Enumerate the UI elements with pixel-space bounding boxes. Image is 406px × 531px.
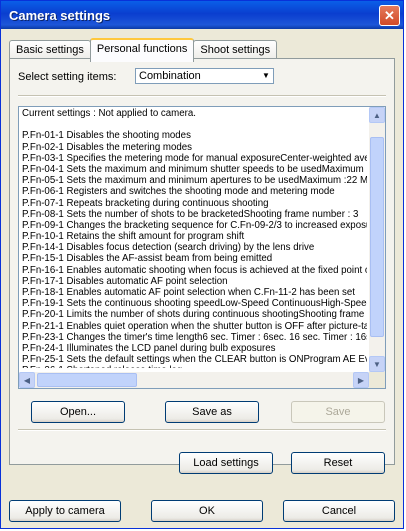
list-item xyxy=(22,119,367,130)
chevron-down-icon[interactable]: ▼ xyxy=(260,70,272,82)
settings-list[interactable]: Current settings : Not applied to camera… xyxy=(18,106,386,389)
list-item: P.Fn-06-1 Registers and switches the sho… xyxy=(22,186,335,198)
list-item: P.Fn-20-1 Limits the number of shots dur… xyxy=(22,309,367,321)
load-settings-button[interactable]: Load settings xyxy=(179,452,273,474)
list-item: P.Fn-04-1 Sets the maximum and minimum s… xyxy=(22,163,367,175)
list-item: Current settings : Not applied to camera… xyxy=(22,108,196,119)
scroll-corner xyxy=(369,372,385,388)
list-item: P.Fn-24-1 Illuminates the LCD panel duri… xyxy=(22,342,276,354)
save-as-button[interactable]: Save as xyxy=(165,401,259,423)
cancel-button[interactable]: Cancel xyxy=(283,500,395,522)
tab-personal-functions[interactable]: Personal functions xyxy=(89,38,195,62)
list-item: P.Fn-01-1 Disables the shooting modes xyxy=(22,130,191,142)
title-bar[interactable]: Camera settings ✕ xyxy=(1,1,403,29)
list-item: P.Fn-03-1 Specifies the metering mode fo… xyxy=(22,152,367,164)
apply-to-camera-button[interactable]: Apply to camera xyxy=(9,500,121,522)
divider xyxy=(18,95,386,97)
reset-button[interactable]: Reset xyxy=(291,452,385,474)
scroll-left-button[interactable]: ◀ xyxy=(19,372,35,388)
scroll-down-button[interactable]: ▼ xyxy=(369,356,385,372)
scroll-up-button[interactable]: ▲ xyxy=(369,107,385,123)
ok-button[interactable]: OK xyxy=(151,500,263,522)
list-item: P.Fn-18-1 Enables automatic AF point sel… xyxy=(22,287,355,298)
list-item: P.Fn-21-1 Enables quiet operation when t… xyxy=(22,320,367,332)
select-setting-items-label: Select setting items: xyxy=(18,71,117,83)
list-item: P.Fn-16-1 Enables automatic shooting whe… xyxy=(22,264,367,276)
settings-list-content: Current settings : Not applied to camera… xyxy=(22,108,367,368)
setting-items-select[interactable]: Combination ▼ xyxy=(135,68,274,84)
horizontal-scroll-thumb[interactable] xyxy=(37,373,137,387)
window-title: Camera settings xyxy=(9,7,111,23)
camera-settings-window: Camera settings ✕ Basic settings Persona… xyxy=(0,0,404,529)
open-button[interactable]: Open... xyxy=(31,401,125,423)
list-item: P.Fn-02-1 Disables the metering modes xyxy=(22,141,192,153)
horizontal-scrollbar[interactable]: ◀ ▶ xyxy=(19,372,369,388)
list-item: P.Fn-08-1 Sets the number of shots to be… xyxy=(22,208,359,220)
divider xyxy=(18,429,386,431)
list-item: P.Fn-26-1 Shortened release time lag xyxy=(22,365,367,368)
vertical-scrollbar[interactable]: ▲ ▼ xyxy=(369,107,385,372)
list-item: P.Fn-09-1 Changes the bracketing sequenc… xyxy=(22,219,367,231)
close-button[interactable]: ✕ xyxy=(379,5,400,26)
tab-strip: Basic settings Personal functions Shoot … xyxy=(9,38,278,62)
list-item: P.Fn-05-1 Sets the maximum and minimum a… xyxy=(22,175,367,187)
setting-items-value: Combination xyxy=(139,70,201,82)
close-icon: ✕ xyxy=(384,7,395,23)
list-item: P.Fn-23-1 Changes the timer's time lengt… xyxy=(22,331,367,343)
scroll-right-button[interactable]: ▶ xyxy=(353,372,369,388)
save-button[interactable]: Save xyxy=(291,401,385,423)
list-item: P.Fn-17-1 Disables automatic AF point se… xyxy=(22,275,228,287)
list-item: P.Fn-19-1 Sets the continuous shooting s… xyxy=(22,298,367,310)
list-item: P.Fn-10-1 Retains the shift amount for p… xyxy=(22,231,245,243)
vertical-scroll-thumb[interactable] xyxy=(370,137,384,337)
list-item: P.Fn-14-1 Disables focus detection (sear… xyxy=(22,242,315,254)
list-item: P.Fn-25-1 Sets the default settings when… xyxy=(22,354,367,366)
list-item: P.Fn-15-1 Disables the AF-assist beam fr… xyxy=(22,253,273,265)
list-item: P.Fn-07-1 Repeats bracketing during cont… xyxy=(22,197,269,209)
